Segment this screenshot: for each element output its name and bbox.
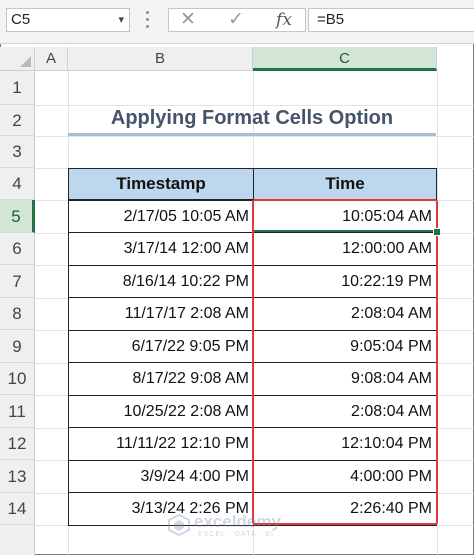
row-header[interactable]: 6 bbox=[0, 233, 35, 265]
selection-highlight-box bbox=[252, 199, 438, 525]
table-header-time[interactable]: Time bbox=[253, 168, 437, 200]
formula-bar: C5 ▾ ✕ ✓ fx =B5 bbox=[0, 0, 474, 44]
name-box-value: C5 bbox=[11, 11, 31, 28]
exceldemy-logo-icon bbox=[168, 514, 190, 536]
select-all-button[interactable] bbox=[0, 47, 35, 71]
timestamp-cell[interactable]: 11/17/17 2:08 AM bbox=[68, 297, 254, 331]
row-header[interactable]: 11 bbox=[0, 395, 35, 428]
title-underline bbox=[68, 133, 436, 136]
row-header[interactable]: 13 bbox=[0, 460, 35, 493]
table-header-timestamp[interactable]: Timestamp bbox=[68, 168, 254, 200]
timestamp-cell[interactable]: 8/16/14 10:22 PM bbox=[68, 265, 254, 298]
chevron-down-icon[interactable]: ▾ bbox=[118, 9, 124, 31]
column-header-c[interactable]: C bbox=[253, 47, 437, 71]
timestamp-cell[interactable]: 6/17/22 9:05 PM bbox=[68, 330, 254, 363]
fill-handle[interactable] bbox=[433, 228, 441, 236]
timestamp-cell[interactable]: 3/9/24 4:00 PM bbox=[68, 460, 254, 493]
row-header[interactable]: 12 bbox=[0, 428, 35, 460]
row-header[interactable]: 4 bbox=[0, 168, 35, 200]
watermark-name: exceldemy bbox=[194, 512, 281, 531]
cancel-icon[interactable]: ✕ bbox=[173, 9, 203, 31]
row-header[interactable]: 3 bbox=[0, 136, 35, 168]
formula-input[interactable]: =B5 bbox=[308, 8, 474, 32]
sheet-title[interactable]: Applying Format Cells Option bbox=[68, 104, 436, 132]
timestamp-cell[interactable]: 8/17/22 9:08 AM bbox=[68, 362, 254, 396]
timestamp-cell[interactable]: 10/25/22 2:08 AM bbox=[68, 395, 254, 428]
row-header[interactable]: 8 bbox=[0, 298, 35, 330]
active-cell-border bbox=[254, 230, 436, 232]
row-header[interactable]: 1 bbox=[0, 71, 35, 105]
row-header[interactable]: 5 bbox=[0, 200, 35, 233]
row-header-blank[interactable] bbox=[0, 525, 35, 555]
timestamp-cell[interactable]: 11/11/22 12:10 PM bbox=[68, 427, 254, 461]
watermark-tagline: EXCEL · DATA · BI bbox=[198, 531, 274, 538]
name-box[interactable]: C5 ▾ bbox=[6, 8, 130, 32]
row-header[interactable]: 2 bbox=[0, 105, 35, 136]
row-header[interactable]: 7 bbox=[0, 265, 35, 298]
column-header-a[interactable]: A bbox=[35, 47, 68, 71]
watermark: exceldemy EXCEL · DATA · BI bbox=[168, 512, 328, 542]
row-header[interactable]: 10 bbox=[0, 363, 35, 395]
enter-icon[interactable]: ✓ bbox=[221, 9, 251, 31]
column-header-b[interactable]: B bbox=[68, 47, 253, 71]
insert-function-button[interactable]: fx bbox=[269, 9, 299, 31]
drag-handle-icon[interactable] bbox=[146, 11, 150, 31]
timestamp-cell[interactable]: 2/17/05 10:05 AM bbox=[68, 200, 254, 233]
row-header[interactable]: 14 bbox=[0, 493, 35, 525]
timestamp-cell[interactable]: 3/17/14 12:00 AM bbox=[68, 232, 254, 266]
row-header[interactable]: 9 bbox=[0, 330, 35, 363]
formula-buttons: ✕ ✓ fx bbox=[168, 8, 306, 32]
